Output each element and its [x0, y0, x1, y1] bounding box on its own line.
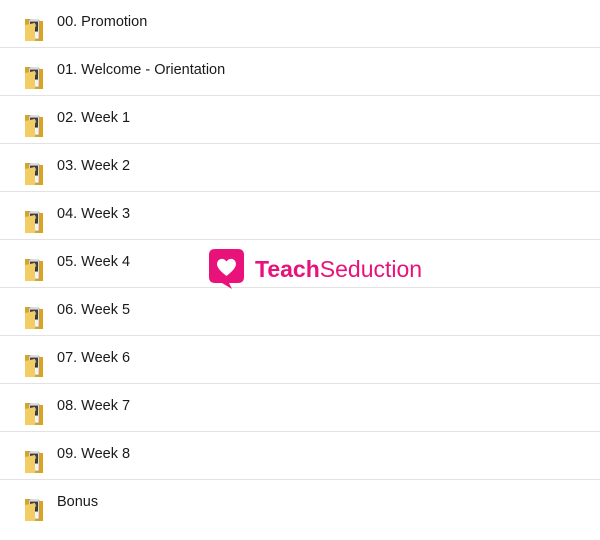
folder-name: 05. Week 4: [57, 254, 131, 270]
folder-icon: [24, 256, 44, 282]
folder-row-week-3[interactable]: 04. Week 3: [0, 192, 600, 240]
folder-icon: [24, 16, 44, 42]
folder-name: 01. Welcome - Orientation: [57, 62, 226, 78]
folder-row-week-6[interactable]: 07. Week 6: [0, 336, 600, 384]
folder-icon: [24, 208, 44, 234]
folder-name: 03. Week 2: [57, 158, 131, 174]
folder-icon: [24, 64, 44, 90]
folder-name: 09. Week 8: [57, 446, 131, 462]
folder-row-week-2[interactable]: 03. Week 2: [0, 144, 600, 192]
folder-icon: [24, 448, 44, 474]
folder-row-week-8[interactable]: 09. Week 8: [0, 432, 600, 480]
folder-row-week-5[interactable]: 06. Week 5: [0, 288, 600, 336]
folder-icon: [24, 304, 44, 330]
folder-icon: [24, 352, 44, 378]
folder-row-week-1[interactable]: 02. Week 1: [0, 96, 600, 144]
folder-row-week-4[interactable]: 05. Week 4: [0, 240, 600, 288]
folder-list: 00. Promotion 01. Welcome - Orientation …: [0, 0, 600, 527]
folder-name: 02. Week 1: [57, 110, 131, 126]
folder-row-promotion[interactable]: 00. Promotion: [0, 0, 600, 48]
folder-name: 08. Week 7: [57, 398, 131, 414]
folder-row-bonus[interactable]: Bonus: [0, 480, 600, 527]
folder-row-week-7[interactable]: 08. Week 7: [0, 384, 600, 432]
folder-icon: [24, 400, 44, 426]
folder-row-welcome-orientation[interactable]: 01. Welcome - Orientation: [0, 48, 600, 96]
folder-name: 06. Week 5: [57, 302, 131, 318]
folder-icon: [24, 160, 44, 186]
folder-name: 00. Promotion: [57, 14, 148, 30]
folder-icon: [24, 496, 44, 522]
folder-name: 07. Week 6: [57, 350, 131, 366]
folder-name: Bonus: [57, 494, 99, 510]
folder-name: 04. Week 3: [57, 206, 131, 222]
folder-icon: [24, 112, 44, 138]
